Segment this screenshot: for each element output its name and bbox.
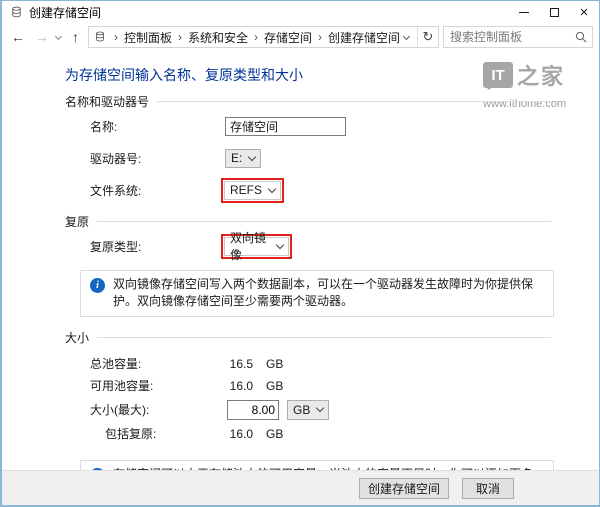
resiliency-type-select[interactable]: 双向镜像 — [224, 237, 289, 256]
search-box[interactable] — [443, 26, 593, 48]
filesystem-select[interactable]: REFS — [224, 181, 281, 200]
breadcrumb-separator: › — [108, 30, 124, 44]
page-content: 为存储空间输入名称、复原类型和大小 名称和驱动器号 名称: 驱动器号: E: 文… — [2, 51, 599, 470]
footer-bar: 创建存储空间 取消 — [2, 470, 599, 505]
name-row: 名称: — [90, 111, 551, 141]
available-pool-capacity-value: 16.0 — [225, 379, 253, 393]
breadcrumb-separator: › — [312, 30, 328, 44]
navigation-bar: ← → ↑ › 控制面板 › 系统和安全 › 存储空间 › 创建存储空间 — [2, 23, 599, 51]
includes-resiliency-label: 包括复原: — [105, 425, 225, 442]
resiliency-info-box: i 双向镜像存储空间写入两个数据副本，可以在一个驱动器发生故障时为你提供保护。双… — [80, 270, 554, 317]
create-storage-space-window: 创建存储空间 × ← → ↑ › 控制面板 › 系统和安全 — [0, 0, 600, 507]
section-title: 复原 — [65, 213, 89, 230]
max-size-row: 大小(最大): GB — [90, 397, 551, 423]
cancel-button[interactable]: 取消 — [462, 478, 514, 499]
create-storage-space-button[interactable]: 创建存储空间 — [359, 478, 449, 499]
available-pool-capacity-label: 可用池容量: — [90, 377, 225, 394]
breadcrumb: › 控制面板 › 系统和安全 › 存储空间 › 创建存储空间 — [108, 29, 404, 46]
close-icon: × — [580, 5, 589, 20]
name-input[interactable] — [225, 117, 346, 136]
chevron-down-icon — [316, 404, 324, 412]
breadcrumb-item-system-security[interactable]: 系统和安全 — [188, 29, 248, 46]
resiliency-type-row: 复原类型: 双向镜像 — [90, 231, 551, 261]
recent-pages-chevron-icon[interactable] — [55, 32, 62, 39]
breadcrumb-separator: › — [172, 30, 188, 44]
red-annotation-box: 双向镜像 — [221, 234, 292, 259]
filesystem-row: 文件系统: REFS — [90, 175, 551, 205]
storage-spaces-icon — [94, 31, 106, 43]
minimize-button[interactable] — [509, 1, 539, 23]
refresh-button[interactable]: ↻ — [418, 29, 438, 45]
section-resiliency: 复原 — [65, 214, 551, 229]
section-name-drive: 名称和驱动器号 — [65, 94, 551, 109]
drive-letter-row: 驱动器号: E: — [90, 143, 551, 173]
includes-resiliency-value: 16.0 — [225, 427, 253, 441]
chevron-down-icon — [276, 240, 284, 248]
max-size-label: 大小(最大): — [90, 401, 225, 418]
breadcrumb-item-storage-spaces[interactable]: 存储空间 — [264, 29, 312, 46]
includes-resiliency-row: 包括复原: 16.0 GB — [90, 423, 551, 445]
section-divider — [97, 337, 551, 338]
resiliency-info-text: 双向镜像存储空间写入两个数据副本，可以在一个驱动器发生故障时为你提供保护。双向镜… — [113, 276, 544, 311]
chevron-down-icon — [248, 152, 256, 160]
available-pool-capacity-unit: GB — [266, 379, 283, 393]
includes-resiliency-unit: GB — [266, 427, 283, 441]
filesystem-label: 文件系统: — [90, 182, 225, 199]
max-size-input[interactable] — [227, 400, 279, 420]
info-icon: i — [90, 278, 105, 293]
search-icon[interactable] — [575, 31, 587, 43]
total-pool-capacity-value: 16.5 — [225, 357, 253, 371]
total-pool-capacity-row: 总池容量: 16.5 GB — [90, 353, 551, 375]
size-info-box: i 存储空间可以大于存储池中的可用容量。当池中的容量不足时，你可以添加更多驱动器… — [80, 460, 554, 470]
maximize-icon — [550, 8, 559, 17]
address-dropdown-chevron-icon[interactable] — [403, 32, 410, 39]
minimize-icon — [519, 12, 529, 13]
breadcrumb-separator: › — [248, 30, 264, 44]
breadcrumb-item-create-storage-space[interactable]: 创建存储空间 — [328, 29, 400, 46]
section-divider — [97, 221, 551, 222]
drive-letter-select[interactable]: E: — [225, 149, 261, 168]
name-label: 名称: — [90, 118, 225, 135]
chevron-down-icon — [268, 184, 276, 192]
total-pool-capacity-unit: GB — [266, 357, 283, 371]
maximize-button[interactable] — [539, 1, 569, 23]
section-size: 大小 — [65, 330, 551, 345]
window-titlebar: 创建存储空间 × — [2, 1, 599, 23]
available-pool-capacity-row: 可用池容量: 16.0 GB — [90, 375, 551, 397]
red-annotation-box: REFS — [221, 178, 284, 203]
size-unit-select[interactable]: GB — [287, 400, 329, 420]
storage-spaces-icon — [10, 6, 23, 19]
close-button[interactable]: × — [569, 1, 599, 23]
search-input[interactable] — [450, 30, 575, 44]
page-title: 为存储空间输入名称、复原类型和大小 — [65, 65, 551, 85]
drive-letter-label: 驱动器号: — [90, 150, 225, 167]
section-title: 名称和驱动器号 — [65, 93, 149, 110]
forward-button[interactable]: → — [30, 30, 54, 44]
section-divider — [157, 101, 551, 102]
window-title: 创建存储空间 — [29, 4, 509, 21]
breadcrumb-item-control-panel[interactable]: 控制面板 — [124, 29, 172, 46]
section-title: 大小 — [65, 329, 89, 346]
resiliency-type-label: 复原类型: — [90, 238, 225, 255]
total-pool-capacity-label: 总池容量: — [90, 355, 225, 372]
address-bar[interactable]: › 控制面板 › 系统和安全 › 存储空间 › 创建存储空间 ↻ — [88, 26, 439, 48]
back-button[interactable]: ← — [6, 30, 30, 44]
up-button[interactable]: ↑ — [67, 30, 84, 44]
